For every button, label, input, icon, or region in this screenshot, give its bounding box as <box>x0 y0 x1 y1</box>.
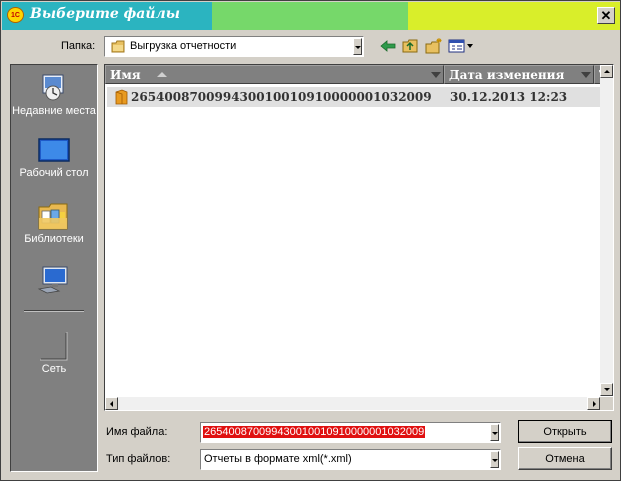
view-menu-button[interactable] <box>447 37 475 55</box>
file-date-cell: 30.12.2013 12:23 <box>450 90 568 104</box>
places-divider <box>24 310 84 312</box>
table-row[interactable]: 265400870099430010010910000001032009 30.… <box>107 87 613 107</box>
scroll-down-icon <box>604 388 610 391</box>
filetype-value: Отчеты в формате xml(*.xml) <box>204 453 352 465</box>
place-label: Недавние места <box>12 105 96 117</box>
libraries-icon <box>38 203 68 230</box>
back-icon <box>380 40 396 52</box>
desktop-icon <box>38 138 70 162</box>
list-header: Имя Дата изменения Т <box>105 65 613 84</box>
place-label: Сеть <box>41 363 67 375</box>
column-filter-icon[interactable] <box>431 72 441 78</box>
1c-logo-icon: 1C <box>7 7 24 23</box>
horizontal-scrollbar[interactable] <box>105 397 600 410</box>
filename-dropdown-button[interactable] <box>490 424 499 441</box>
cancel-button[interactable]: Отмена <box>518 447 612 470</box>
network-icon <box>40 332 68 361</box>
scroll-right-button[interactable] <box>587 397 600 410</box>
folder-icon <box>111 40 125 53</box>
folder-combo[interactable]: Выгрузка отчетности <box>104 36 364 57</box>
filetype-label: Тип файлов: <box>106 453 171 465</box>
filetype-select[interactable]: Отчеты в формате xml(*.xml) <box>200 449 501 470</box>
place-libraries[interactable]: Библиотеки <box>11 201 97 245</box>
file-list[interactable]: Имя Дата изменения Т 2654008700994300100… <box>104 64 614 411</box>
new-folder-button[interactable] <box>424 37 444 55</box>
filename-value: 265400870099430010010910000001032009 <box>203 426 426 438</box>
back-button[interactable] <box>378 37 398 55</box>
open-button[interactable]: Открыть <box>518 420 612 443</box>
scrollbar-corner <box>600 397 613 410</box>
file-name-cell: 265400870099430010010910000001032009 <box>131 90 432 104</box>
place-computer[interactable] <box>11 265 97 297</box>
column-filter-icon[interactable] <box>581 72 591 78</box>
up-folder-icon <box>402 39 417 53</box>
filename-label: Имя файла: <box>106 426 168 438</box>
sort-ascending-icon <box>156 72 167 77</box>
place-network[interactable]: Сеть <box>11 331 97 375</box>
file-dialog-window: 1C Выберите файлы ✕ Папка: Выгрузка отче… <box>0 0 621 481</box>
place-label: Рабочий стол <box>19 167 89 179</box>
filetype-dropdown-button[interactable] <box>490 451 499 468</box>
close-button[interactable]: ✕ <box>597 7 615 24</box>
new-folder-icon <box>425 38 442 54</box>
place-label: Библиотеки <box>24 233 84 245</box>
folder-icon <box>115 89 128 105</box>
filename-input[interactable]: 265400870099430010010910000001032009 <box>200 422 501 443</box>
folder-dropdown-button[interactable] <box>353 38 362 55</box>
scroll-left-button[interactable] <box>105 397 118 410</box>
up-folder-button[interactable] <box>400 37 420 55</box>
scroll-up-button[interactable] <box>600 65 613 78</box>
place-recent[interactable]: Недавние места <box>11 71 97 117</box>
folder-label: Папка: <box>61 40 96 52</box>
recent-places-icon <box>42 74 64 101</box>
computer-icon <box>37 266 68 294</box>
column-label: Имя <box>110 68 141 82</box>
place-desktop[interactable]: Рабочий стол <box>11 137 97 179</box>
close-icon: ✕ <box>600 8 612 23</box>
places-bar: Недавние места Рабочий стол Библиотеки С… <box>10 64 98 472</box>
scroll-up-icon <box>604 70 610 73</box>
current-folder: Выгрузка отчетности <box>130 40 237 52</box>
scroll-right-icon <box>593 401 596 407</box>
view-menu-icon <box>448 39 473 53</box>
column-header-name[interactable]: Имя <box>105 65 444 84</box>
scroll-left-icon <box>110 401 113 407</box>
window-title: Выберите файлы <box>30 6 181 22</box>
vertical-scrollbar[interactable] <box>600 65 613 396</box>
column-label: Дата изменения <box>449 68 565 82</box>
scroll-down-button[interactable] <box>600 383 613 396</box>
column-header-date[interactable]: Дата изменения <box>444 65 594 84</box>
